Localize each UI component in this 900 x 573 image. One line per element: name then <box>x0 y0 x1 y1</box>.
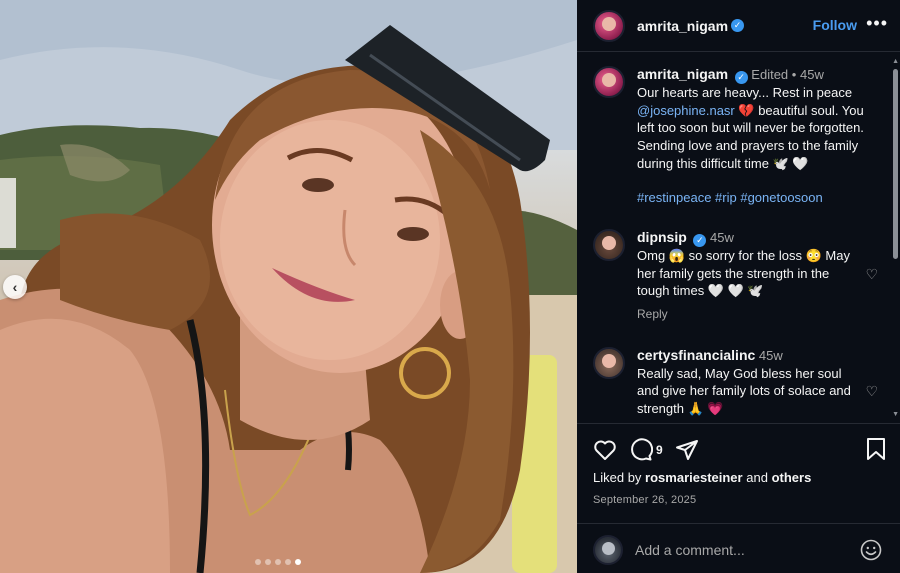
commenter-avatar[interactable] <box>593 229 625 261</box>
like-heart-icon[interactable] <box>593 439 617 461</box>
caption-text-1: Our hearts are heavy... Rest in peace <box>637 85 853 101</box>
post-photo[interactable]: ‹ <box>0 0 577 573</box>
caption-mention[interactable]: @josephine.nasr <box>637 103 735 118</box>
photo-illustration <box>0 0 577 573</box>
carousel-prev-button[interactable]: ‹ <box>3 275 27 299</box>
comment-age[interactable]: 45w <box>710 230 734 245</box>
save-bookmark-icon[interactable] <box>865 437 887 461</box>
verified-badge-icon: ✓ <box>734 71 748 85</box>
share-send-icon[interactable] <box>675 438 699 462</box>
caption-emoji-1: 💔 <box>738 102 755 118</box>
comment-count: 9 <box>656 443 663 457</box>
caption-hashtags[interactable]: #restinpeace #rip #gonetoosoon <box>637 189 883 207</box>
post-side-panel: amrita_nigam ✓ Follow ••• amrita_nigam ✓… <box>577 0 900 573</box>
edited-label: Edited <box>751 67 789 82</box>
carousel-dots <box>255 559 301 565</box>
carousel-dot-active <box>295 559 301 565</box>
comment: dipnsip ✓ 45w Omg 😱 so sorry for the los… <box>593 229 863 324</box>
reply-button[interactable]: Reply <box>637 306 863 324</box>
caption: amrita_nigam ✓ Edited • 45w Our hearts a… <box>593 66 883 207</box>
comment-body: certysfinancialinc 45w Really sad, May G… <box>637 347 863 417</box>
caption-emoji-2: 🕊️ 🤍 <box>772 155 809 171</box>
add-comment-input[interactable] <box>635 538 845 562</box>
post-date[interactable]: September 26, 2025 <box>593 494 696 506</box>
meta-separator: • <box>791 67 797 82</box>
comment-composer <box>577 523 900 573</box>
current-user-avatar <box>593 535 623 565</box>
comment: certysfinancialinc 45w Really sad, May G… <box>593 347 863 417</box>
caption-username[interactable]: amrita_nigam <box>637 66 728 82</box>
verified-badge-icon: ✓ <box>693 234 707 248</box>
comment-text: Omg 😱 so sorry for the loss 😳 May her fa… <box>637 248 850 299</box>
more-options-icon[interactable]: ••• <box>866 13 888 34</box>
author-avatar[interactable] <box>593 9 625 42</box>
carousel-dot <box>265 559 271 565</box>
comment-text: Really sad, May God bless her soul and g… <box>637 365 851 416</box>
comments-scroll-area[interactable]: amrita_nigam ✓ Edited • 45w Our hearts a… <box>577 53 892 423</box>
liked-by-others[interactable]: others <box>772 470 812 485</box>
commenter-avatar[interactable] <box>593 347 625 379</box>
comment-age[interactable]: 45w <box>759 348 783 363</box>
caption-body: amrita_nigam ✓ Edited • 45w Our hearts a… <box>637 66 883 207</box>
caption-age[interactable]: 45w <box>800 67 824 82</box>
like-comment-heart-icon[interactable]: ♡ <box>865 383 878 400</box>
scrollbar[interactable]: ▲ ▼ <box>892 55 900 423</box>
liked-by-and: and <box>746 470 768 485</box>
like-comment-heart-icon[interactable]: ♡ <box>865 266 878 283</box>
carousel-dot <box>285 559 291 565</box>
post-actions: 9 Liked by rosmariesteiner and others Se… <box>577 423 900 523</box>
carousel-dot <box>275 559 281 565</box>
carousel-dot <box>255 559 261 565</box>
caption-author-avatar[interactable] <box>593 66 625 98</box>
scroll-up-arrow-icon[interactable]: ▲ <box>892 58 899 65</box>
liked-by-prefix: Liked by <box>593 470 642 485</box>
post-header: amrita_nigam ✓ Follow ••• <box>577 0 900 52</box>
liked-by-text: Liked by rosmariesteiner and others <box>593 470 811 485</box>
scrollbar-thumb[interactable] <box>893 69 898 259</box>
follow-button[interactable]: Follow <box>813 17 857 33</box>
verified-badge-icon: ✓ <box>731 19 745 32</box>
emoji-picker-icon[interactable] <box>860 539 882 561</box>
comment-body: dipnsip ✓ 45w Omg 😱 so sorry for the los… <box>637 229 863 324</box>
comment-bubble-icon[interactable] <box>629 438 653 462</box>
commenter-username[interactable]: dipnsip <box>637 229 687 245</box>
author-username[interactable]: amrita_nigam <box>637 18 728 34</box>
action-icons: 9 <box>593 438 699 462</box>
liked-by-user[interactable]: rosmariesteiner <box>645 470 743 485</box>
commenter-username[interactable]: certysfinancialinc <box>637 347 755 363</box>
scroll-down-arrow-icon[interactable]: ▼ <box>892 411 899 418</box>
